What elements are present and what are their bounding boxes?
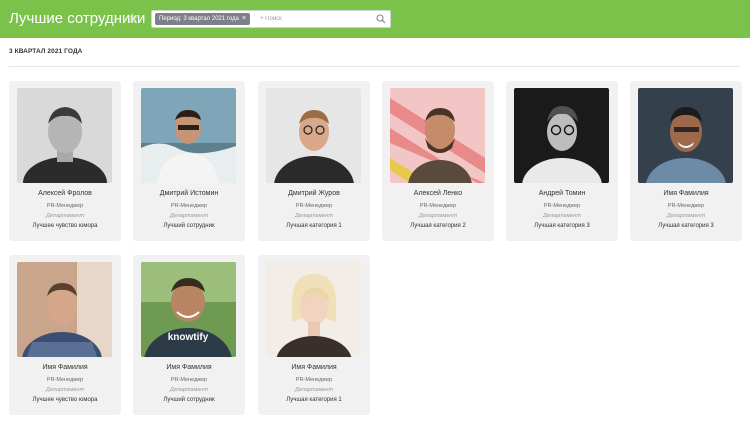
employee-photo: knowtify xyxy=(141,262,236,357)
employee-card[interactable]: Имя Фамилия PR-Менеджер Департамент Лучш… xyxy=(258,255,370,415)
employee-card[interactable]: knowtify Имя Фамилия PR-Менеджер Департа… xyxy=(133,255,245,415)
employee-dept: Департамент xyxy=(542,213,582,219)
employee-name: Андрей Томин xyxy=(538,190,586,197)
employee-role: PR-Менеджер xyxy=(419,203,457,209)
employee-card[interactable]: Имя Фамилия PR-Менеджер Департамент Лучш… xyxy=(9,255,121,415)
filter-chip-label: Период: 3 квартал 2021 года xyxy=(159,16,239,22)
employee-dept: Департамент xyxy=(45,213,85,219)
employee-photo xyxy=(638,88,733,183)
employee-card[interactable]: Алексей Ленко PR-Менеджер Департамент Лу… xyxy=(382,81,494,241)
employee-photo xyxy=(390,88,485,183)
employee-photo xyxy=(266,262,361,357)
employee-photo xyxy=(17,88,112,183)
employee-dept: Департамент xyxy=(45,387,85,393)
employee-dept: Департамент xyxy=(294,387,334,393)
star-icon[interactable]: ☆ xyxy=(126,11,140,25)
employee-name: Имя Фамилия xyxy=(42,364,88,371)
divider xyxy=(9,66,740,67)
section-heading: 3 КВАРТАЛ 2021 ГОДА xyxy=(9,48,83,55)
employee-photo xyxy=(141,88,236,183)
employee-role: PR-Менеджер xyxy=(295,203,333,209)
employee-role: PR-Менеджер xyxy=(46,377,84,383)
search-box[interactable]: Период: 3 квартал 2021 года × xyxy=(151,10,391,28)
employee-role: PR-Менеджер xyxy=(46,203,84,209)
employee-name: Имя Фамилия xyxy=(663,190,709,197)
employee-name: Дмитрий Журов xyxy=(288,190,340,197)
employee-dept: Департамент xyxy=(169,213,209,219)
employee-role: PR-Менеджер xyxy=(170,377,208,383)
employee-award: Лучшая категория 1 xyxy=(286,223,342,229)
employee-name: Алексей Ленко xyxy=(413,190,463,197)
employee-dept: Департамент xyxy=(294,213,334,219)
employee-card[interactable]: Дмитрий Журов PR-Менеджер Департамент Лу… xyxy=(258,81,370,241)
close-icon[interactable]: × xyxy=(242,13,246,25)
header-bar: Лучшие сотрудники ☆ Период: 3 квартал 20… xyxy=(0,0,750,38)
employee-card[interactable]: Алексей Фролов PR-Менеджер Департамент Л… xyxy=(9,81,121,241)
employee-award: Лучший сотрудник xyxy=(163,223,215,229)
employee-dept: Департамент xyxy=(169,387,209,393)
employee-award: Лучшая категория 2 xyxy=(410,223,466,229)
employee-role: PR-Менеджер xyxy=(295,377,333,383)
employee-role: PR-Менеджер xyxy=(667,203,705,209)
employee-award: Лучшая категория 1 xyxy=(286,397,342,403)
page-title: Лучшие сотрудники xyxy=(9,10,146,27)
employee-name: Имя Фамилия xyxy=(166,364,212,371)
employee-photo xyxy=(514,88,609,183)
employee-award: Лучшая категория 3 xyxy=(658,223,714,229)
employee-award: Лучшее чувство юмора xyxy=(32,223,98,229)
employee-photo xyxy=(266,88,361,183)
employee-role: PR-Менеджер xyxy=(170,203,208,209)
svg-text:knowtify: knowtify xyxy=(168,332,209,343)
employee-name: Имя Фамилия xyxy=(291,364,337,371)
search-icon[interactable] xyxy=(376,14,386,24)
employee-role: PR-Менеджер xyxy=(543,203,581,209)
employee-name: Алексей Фролов xyxy=(38,190,92,197)
employee-dept: Департамент xyxy=(418,213,458,219)
employee-award: Лучшее чувство юмора xyxy=(32,397,98,403)
employee-card[interactable]: Андрей Томин PR-Менеджер Департамент Луч… xyxy=(506,81,618,241)
employee-award: Лучший сотрудник xyxy=(163,397,215,403)
employee-name: Дмитрий Истомин xyxy=(159,190,219,197)
employee-card[interactable]: Дмитрий Истомин PR-Менеджер Департамент … xyxy=(133,81,245,241)
employee-card[interactable]: Имя Фамилия PR-Менеджер Департамент Лучш… xyxy=(630,81,742,241)
search-input[interactable] xyxy=(260,12,370,26)
employee-photo xyxy=(17,262,112,357)
employee-dept: Департамент xyxy=(666,213,706,219)
employee-award: Лучшая категория 3 xyxy=(534,223,590,229)
filter-chip[interactable]: Период: 3 квартал 2021 года × xyxy=(155,13,251,25)
